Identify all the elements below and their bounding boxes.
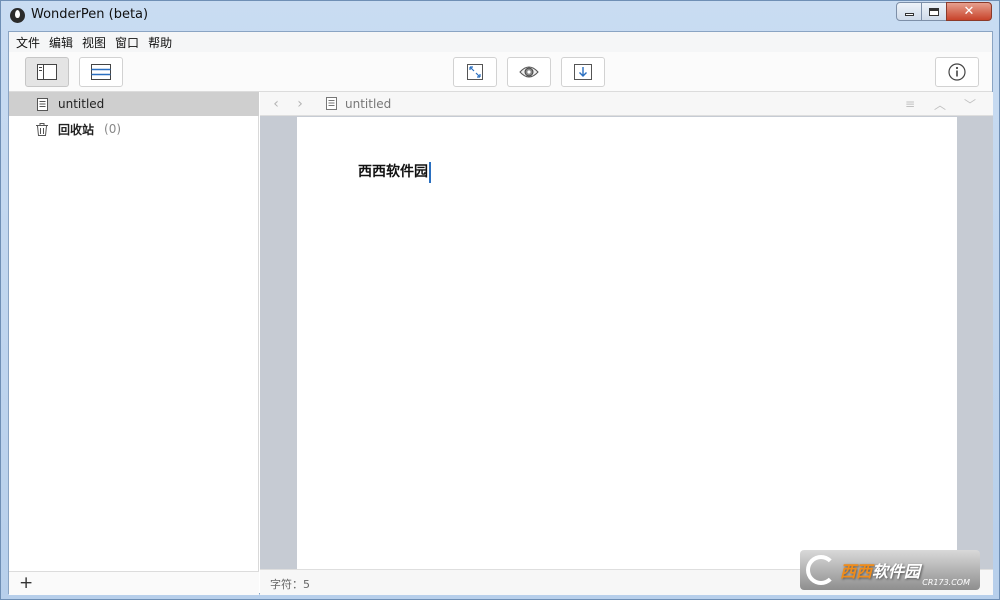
sidebar-item-untitled[interactable]: untitled	[9, 92, 259, 116]
back-arrow-icon[interactable]: ‹	[264, 96, 288, 112]
watermark-c-icon	[806, 555, 836, 585]
sidebar-footer: +	[9, 571, 259, 595]
minimize-button[interactable]	[896, 2, 922, 21]
preview-button[interactable]	[507, 57, 551, 87]
document-icon	[36, 97, 48, 111]
close-icon: ✕	[963, 4, 975, 19]
text-caret	[429, 161, 431, 183]
character-count: 字符：5	[270, 578, 310, 591]
app-window: WonderPen (beta) ✕ 文件 编辑 视图 窗口 帮助 untitl…	[0, 0, 1000, 600]
watermark-url: CR173.COM	[922, 578, 970, 587]
export-button[interactable]	[561, 57, 605, 87]
toggle-outline-button[interactable]	[79, 57, 123, 87]
sidebar-item-label: untitled	[58, 97, 105, 111]
maximize-button[interactable]	[921, 2, 947, 21]
forward-arrow-icon[interactable]: ›	[288, 96, 312, 112]
trash-count: (0)	[104, 122, 122, 136]
trash-icon	[36, 122, 48, 136]
sidebar: untitled 回收站 (0) +	[9, 92, 259, 595]
toggle-sidebar-button[interactable]	[25, 57, 69, 87]
menu-bar: 文件 编辑 视图 窗口 帮助	[9, 32, 992, 52]
toolbar	[9, 52, 992, 92]
window-title: WonderPen (beta)	[31, 7, 149, 22]
chevron-up-icon[interactable]: ︿	[925, 96, 955, 113]
fullscreen-icon	[467, 64, 483, 80]
app-logo-icon	[10, 8, 25, 23]
document-header: ‹ › untitled ≡ ︿ ﹀	[260, 92, 993, 116]
editor-content[interactable]: 西西软件园	[358, 161, 431, 183]
sidebar-item-trash[interactable]: 回收站 (0)	[9, 117, 259, 141]
client-area: 文件 编辑 视图 窗口 帮助 untitled 回收站 (0) + ‹ › un…	[8, 31, 993, 595]
add-document-button[interactable]: +	[19, 573, 33, 593]
sidebar-item-label: 回收站	[58, 122, 95, 137]
menu-help[interactable]: 帮助	[145, 34, 178, 51]
menu-window[interactable]: 窗口	[112, 34, 145, 51]
editor-page[interactable]: 西西软件园	[297, 117, 957, 569]
outline-layout-icon	[91, 64, 111, 80]
watermark-text: 西西软件园	[840, 562, 921, 581]
title-bar[interactable]: WonderPen (beta) ✕	[1, 1, 999, 31]
chevron-down-icon[interactable]: ﹀	[955, 96, 985, 113]
document-icon	[326, 97, 337, 110]
fullscreen-button[interactable]	[453, 57, 497, 87]
editor-text: 西西软件园	[358, 164, 428, 180]
menu-view[interactable]: 视图	[79, 34, 112, 51]
menu-edit[interactable]: 编辑	[46, 34, 79, 51]
close-button[interactable]: ✕	[946, 2, 992, 21]
sidebar-layout-icon	[37, 64, 57, 80]
info-icon	[948, 63, 966, 81]
maximize-icon	[929, 7, 939, 16]
preview-eye-icon	[519, 66, 539, 78]
info-button[interactable]	[935, 57, 979, 87]
editor-area: ‹ › untitled ≡ ︿ ﹀ 西西软件园 字符：5	[260, 92, 993, 595]
document-title: untitled	[345, 96, 392, 111]
menu-file[interactable]: 文件	[13, 34, 46, 51]
minimize-icon	[904, 13, 914, 16]
window-controls: ✕	[896, 2, 992, 21]
export-icon	[574, 64, 592, 80]
watermark-logo: 西西软件园 CR173.COM	[800, 550, 980, 590]
list-icon[interactable]: ≡	[895, 97, 925, 111]
header-actions: ≡ ︿ ﹀	[895, 92, 985, 116]
